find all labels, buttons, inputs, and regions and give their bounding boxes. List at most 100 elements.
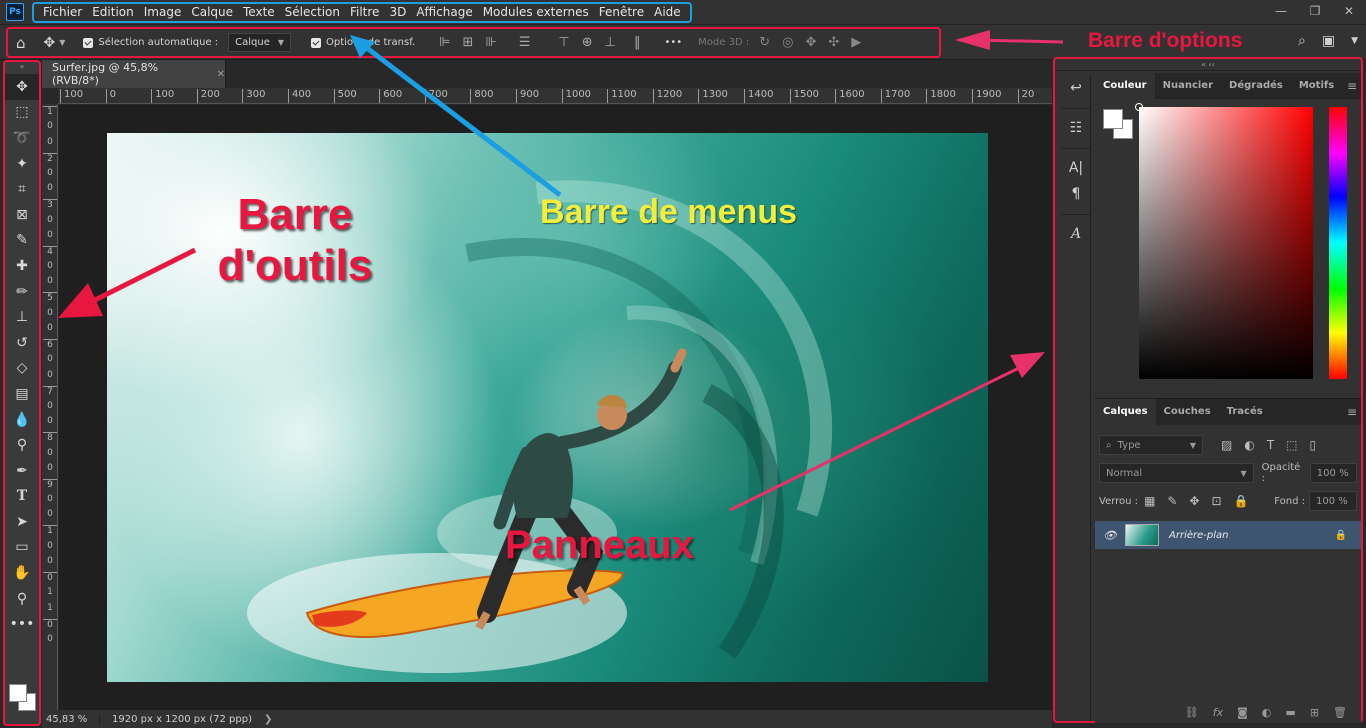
align-right-icon[interactable]: ⊪ — [485, 35, 496, 50]
color-picker-field[interactable] — [1135, 103, 1313, 379]
foreground-color-swatch[interactable] — [9, 684, 27, 702]
slide-3d-icon[interactable]: ✣ — [828, 35, 839, 50]
magic-wand-tool[interactable]: ✦ — [5, 151, 39, 177]
pen-tool[interactable]: ✒ — [5, 458, 39, 484]
transform-controls-option[interactable]: Options de transf. — [311, 37, 415, 48]
menu-fichier[interactable]: Fichier — [38, 5, 87, 19]
align-top-icon[interactable]: ⊤ — [558, 35, 569, 50]
pixel-filter-icon[interactable]: ▨ — [1221, 438, 1232, 452]
tab-motifs[interactable]: Motifs — [1291, 73, 1342, 99]
paragraph-panel-icon[interactable]: ¶ — [1061, 181, 1091, 207]
distribute-vertical-icon[interactable]: ‖ — [634, 35, 641, 50]
chevron-down-icon[interactable]: ▼ — [1351, 36, 1358, 49]
tab-nuancier[interactable]: Nuancier — [1155, 73, 1221, 99]
status-menu-arrow[interactable]: ❯ — [264, 714, 272, 725]
ps-logo-icon[interactable]: Ps — [6, 3, 24, 21]
menu-filtre[interactable]: Filtre — [345, 5, 384, 19]
history-panel-icon[interactable]: ↩ — [1061, 75, 1091, 101]
panel-menu-icon[interactable]: ≡ — [1347, 405, 1361, 419]
foreground-color-swatch[interactable] — [1103, 109, 1123, 129]
hand-tool[interactable]: ✋ — [5, 560, 39, 586]
tab-calques[interactable]: Calques — [1095, 399, 1156, 425]
camera-3d-icon[interactable]: ▶ — [851, 35, 861, 50]
distribute-icon[interactable]: ☰ — [519, 35, 531, 50]
brush-tool[interactable]: ✏ — [5, 279, 39, 305]
auto-select-option[interactable]: Sélection automatique : — [83, 37, 218, 48]
eye-icon[interactable]: 👁 — [1095, 529, 1125, 542]
gradient-tool[interactable]: ▤ — [5, 381, 39, 407]
close-window-button[interactable]: ✕ — [1332, 0, 1366, 22]
type-filter-icon[interactable]: T — [1267, 438, 1274, 452]
frame-tool[interactable]: ⊠ — [5, 202, 39, 228]
adjustment-layer-icon[interactable]: ◐ — [1262, 706, 1272, 719]
auto-select-checkbox[interactable] — [83, 37, 94, 48]
shape-filter-icon[interactable]: ⬚ — [1286, 438, 1297, 452]
blend-mode-dropdown[interactable]: Normal ▼ — [1099, 463, 1254, 483]
lock-all-icon[interactable]: 🔒 — [1234, 494, 1249, 508]
character-panel-icon[interactable]: A| — [1061, 155, 1091, 181]
fill-input[interactable]: 100 % — [1309, 491, 1357, 511]
lock-icon[interactable]: 🔒 — [1335, 530, 1347, 541]
menu-selection[interactable]: Sélection — [280, 5, 345, 19]
healing-brush-tool[interactable]: ✚ — [5, 253, 39, 279]
roll-3d-icon[interactable]: ◎ — [782, 35, 793, 50]
minimize-button[interactable]: — — [1264, 0, 1298, 22]
restore-button[interactable]: ❐ — [1298, 0, 1332, 22]
workspace-icon[interactable]: ▣ — [1322, 33, 1335, 49]
document-tab[interactable]: Surfer.jpg @ 45,8% (RVB/8*) ✕ — [42, 60, 226, 88]
hue-slider[interactable] — [1329, 107, 1347, 379]
tab-degrades[interactable]: Dégradés — [1221, 73, 1291, 99]
more-options-button[interactable]: ••• — [664, 37, 682, 48]
menu-3d[interactable]: 3D — [384, 5, 411, 19]
edit-toolbar-button[interactable]: ••• — [5, 611, 39, 637]
auto-select-target-dropdown[interactable]: Calque ▼ — [228, 33, 292, 52]
menu-modules-externes[interactable]: Modules externes — [478, 5, 594, 19]
adjustment-filter-icon[interactable]: ◐ — [1244, 438, 1254, 452]
color-swatches[interactable] — [9, 680, 37, 711]
smart-object-filter-icon[interactable]: ▯ — [1310, 438, 1317, 452]
orbit-3d-icon[interactable]: ↻ — [759, 35, 770, 50]
menu-edition[interactable]: Edition — [87, 5, 139, 19]
clone-stamp-tool[interactable]: ⊥ — [5, 304, 39, 330]
pan-3d-icon[interactable]: ✥ — [805, 35, 816, 50]
link-layers-icon[interactable]: ⛓ — [1185, 706, 1199, 719]
type-tool[interactable]: T — [5, 484, 39, 510]
toolbar-collapse-icon[interactable]: » — [5, 62, 39, 74]
new-layer-icon[interactable]: ⊞ — [1310, 706, 1319, 719]
fx-icon[interactable]: fx — [1213, 706, 1223, 719]
menu-calque[interactable]: Calque — [186, 5, 238, 19]
trash-icon[interactable]: 🗑 — [1333, 706, 1347, 719]
home-icon[interactable]: ⌂ — [16, 34, 26, 52]
eraser-tool[interactable]: ◇ — [5, 356, 39, 382]
menu-fenetre[interactable]: Fenêtre — [594, 5, 649, 19]
blur-tool[interactable]: 💧 — [5, 407, 39, 433]
zoom-tool[interactable]: ⚲ — [5, 586, 39, 612]
menu-image[interactable]: Image — [139, 5, 187, 19]
group-folder-icon[interactable]: ▬ — [1285, 706, 1295, 719]
menu-texte[interactable]: Texte — [238, 5, 280, 19]
lasso-tool[interactable]: ➰ — [5, 125, 39, 151]
opacity-input[interactable]: 100 % — [1309, 463, 1357, 483]
align-left-icon[interactable]: ⊫ — [439, 35, 450, 50]
move-tool-icon[interactable]: ✥ ▼ — [44, 35, 66, 51]
align-middle-icon[interactable]: ⊕ — [582, 35, 593, 50]
menu-affichage[interactable]: Affichage — [411, 5, 477, 19]
search-icon[interactable]: ⌕ — [1298, 33, 1306, 49]
rectangle-tool[interactable]: ▭ — [5, 535, 39, 561]
align-center-icon[interactable]: ⊞ — [463, 35, 474, 50]
close-icon[interactable]: ✕ — [217, 69, 225, 80]
dodge-tool[interactable]: ⚲ — [5, 432, 39, 458]
tab-couches[interactable]: Couches — [1156, 399, 1219, 425]
tab-couleur[interactable]: Couleur — [1095, 73, 1155, 99]
tab-traces[interactable]: Tracés — [1219, 399, 1271, 425]
lock-transparency-icon[interactable]: ▦ — [1144, 494, 1155, 508]
transform-controls-checkbox[interactable] — [311, 37, 322, 48]
path-selection-tool[interactable]: ➤ — [5, 509, 39, 535]
layer-filter-dropdown[interactable]: ⌕ Type ▼ — [1099, 435, 1203, 455]
glyphs-panel-icon[interactable]: A — [1061, 221, 1091, 247]
horizontal-ruler[interactable]: 100 0 100 200 300 400 500 600 700 800 900 1000 1100 1… — [58, 88, 1052, 104]
color-panel-swatches[interactable] — [1103, 109, 1135, 141]
vertical-ruler[interactable]: 1 0 0 2 0 0 3 0 0 4 0 0 5 0 0 6 0 0 7 0 0 8 0 0 9 0 0 1 0 0 0 1 1 0 0 — [42, 104, 58, 710]
move-tool[interactable]: ✥ — [5, 74, 39, 100]
mask-icon[interactable]: ◙ — [1237, 706, 1248, 719]
